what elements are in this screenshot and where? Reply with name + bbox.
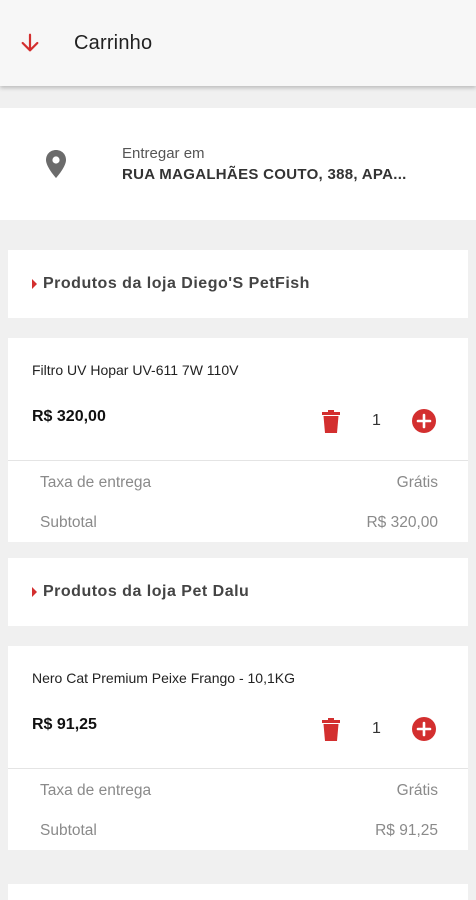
store-name: Produtos da loja Pet Dalu bbox=[43, 583, 250, 600]
subtotal-label: Subtotal bbox=[40, 822, 97, 839]
app-bar: Carrinho bbox=[0, 0, 476, 86]
address-value: RUA MAGALHÃES COUTO, 388, APA... bbox=[122, 166, 407, 183]
add-circle-icon[interactable] bbox=[411, 408, 437, 434]
subtotal-row: Subtotal R$ 320,00 bbox=[40, 514, 438, 532]
delivery-fee-label: Taxa de entrega bbox=[40, 782, 152, 799]
add-circle-icon[interactable] bbox=[411, 716, 437, 742]
store-name: Produtos da loja Diego'S PetFish bbox=[43, 275, 310, 292]
product-name: Nero Cat Premium Peixe Frango - 10,1KG bbox=[32, 670, 295, 686]
divider bbox=[8, 460, 468, 461]
page-title: Carrinho bbox=[74, 31, 153, 54]
quantity-value: 1 bbox=[372, 412, 381, 429]
delivery-fee-row: Taxa de entrega Grátis bbox=[40, 474, 438, 492]
cart-item-card: Filtro UV Hopar UV-611 7W 110V R$ 320,00… bbox=[8, 338, 468, 542]
store-header-card: Produtos da loja Diego'S PetFish bbox=[8, 250, 468, 318]
cart-item-card: Nero Cat Premium Peixe Frango - 10,1KG R… bbox=[8, 646, 468, 850]
trash-icon[interactable] bbox=[320, 718, 342, 742]
caret-right-icon bbox=[32, 587, 37, 597]
quantity-value: 1 bbox=[372, 720, 381, 737]
delivery-address[interactable]: Entregar em RUA MAGALHÃES COUTO, 388, AP… bbox=[0, 108, 476, 220]
caret-right-icon bbox=[32, 279, 37, 289]
arrow-down-icon bbox=[21, 33, 39, 52]
address-label: Entregar em bbox=[122, 145, 205, 162]
trash-icon[interactable] bbox=[320, 410, 342, 434]
store-header-card: Produtos da loja Pet Dalu bbox=[8, 558, 468, 626]
divider bbox=[8, 768, 468, 769]
delivery-fee-row: Taxa de entrega Grátis bbox=[40, 782, 438, 800]
back-button[interactable] bbox=[0, 0, 60, 86]
product-price: R$ 91,25 bbox=[32, 716, 97, 733]
product-price: R$ 320,00 bbox=[32, 408, 106, 425]
subtotal-value: R$ 320,00 bbox=[366, 514, 438, 531]
next-card bbox=[8, 884, 468, 900]
location-pin-icon bbox=[46, 150, 66, 178]
delivery-fee-value: Grátis bbox=[396, 474, 438, 491]
subtotal-value: R$ 91,25 bbox=[375, 822, 438, 839]
product-name: Filtro UV Hopar UV-611 7W 110V bbox=[32, 362, 239, 378]
subtotal-label: Subtotal bbox=[40, 514, 97, 531]
subtotal-row: Subtotal R$ 91,25 bbox=[40, 822, 438, 840]
delivery-fee-label: Taxa de entrega bbox=[40, 474, 152, 491]
delivery-fee-value: Grátis bbox=[396, 782, 438, 799]
